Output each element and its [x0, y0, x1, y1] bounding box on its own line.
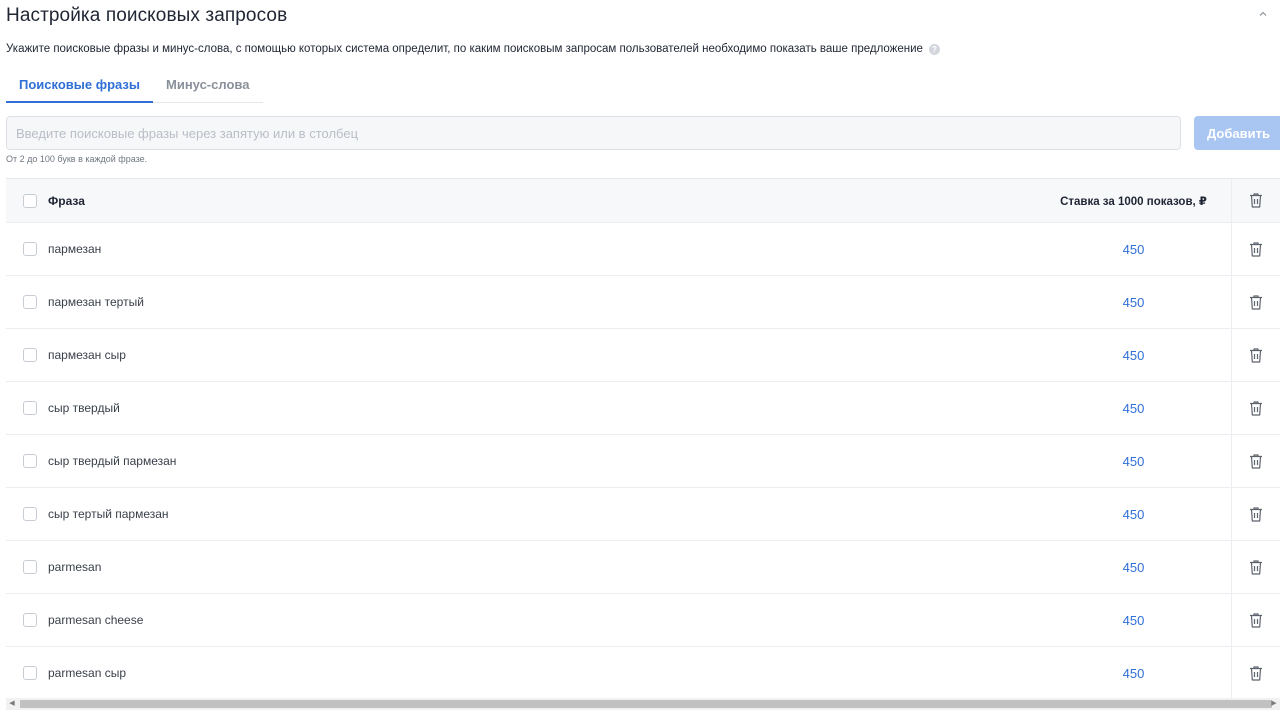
input-hint: От 2 до 100 букв в каждой фразе. — [6, 154, 148, 164]
bid-value[interactable]: 450 — [1036, 666, 1231, 681]
bid-value[interactable]: 450 — [1036, 348, 1231, 363]
table-row: сыр твердый пармезан 450 — [6, 435, 1280, 488]
row-checkbox[interactable] — [23, 507, 37, 521]
table-row: parmesan 450 — [6, 541, 1280, 594]
bid-value[interactable]: 450 — [1036, 401, 1231, 416]
table-row: сыр твердый 450 — [6, 382, 1280, 435]
bid-value[interactable]: 450 — [1036, 454, 1231, 469]
trash-icon[interactable] — [1248, 347, 1264, 364]
select-all-checkbox[interactable] — [23, 193, 37, 208]
table-row: пармезан сыр 450 — [6, 329, 1280, 382]
trash-icon[interactable] — [1248, 453, 1264, 470]
phrase-text: сыр твердый — [48, 401, 120, 415]
phrase-text: parmesan — [48, 560, 102, 574]
tab-minus-words[interactable]: Минус-слова — [153, 76, 262, 103]
description-text: Укажите поисковые фразы и минус-слова, с… — [6, 43, 923, 55]
bid-value[interactable]: 450 — [1036, 613, 1231, 628]
bid-value[interactable]: 450 — [1036, 295, 1231, 310]
phrase-text: parmesan сыр — [48, 666, 126, 680]
phrase-text: сыр тертый пармезан — [48, 507, 169, 521]
scrollbar-thumb[interactable] — [20, 700, 1272, 708]
column-header-phrase: Фраза — [48, 193, 85, 208]
phrase-text: parmesan cheese — [48, 613, 144, 627]
help-icon[interactable]: ? — [928, 43, 940, 55]
bid-value[interactable]: 450 — [1036, 507, 1231, 522]
phrases-table: Фраза Ставка за 1000 показов, ₽ пармезан… — [6, 178, 1280, 698]
row-checkbox[interactable] — [23, 613, 37, 627]
row-checkbox[interactable] — [23, 560, 37, 574]
tabs: Поисковые фразы Минус-слова — [6, 76, 263, 103]
phrase-text: пармезан — [48, 242, 102, 256]
section-description: Укажите поисковые фразы и минус-слова, с… — [6, 43, 940, 55]
trash-icon[interactable] — [1248, 506, 1264, 523]
add-button[interactable]: Добавить — [1194, 116, 1280, 150]
delete-all-icon[interactable] — [1248, 192, 1264, 209]
table-row: сыр тертый пармезан 450 — [6, 488, 1280, 541]
table-row: пармезан тертый 450 — [6, 276, 1280, 329]
table-row: пармезан 450 — [6, 223, 1280, 276]
phrase-text: пармезан сыр — [48, 348, 126, 362]
trash-icon[interactable] — [1248, 612, 1264, 629]
row-checkbox[interactable] — [23, 242, 37, 256]
trash-icon[interactable] — [1248, 665, 1264, 682]
scroll-right-arrow[interactable]: ▶ — [1268, 698, 1280, 710]
phrase-text: пармезан тертый — [48, 295, 144, 309]
bid-value[interactable]: 450 — [1036, 560, 1231, 575]
row-checkbox[interactable] — [23, 401, 37, 415]
section-title: Настройка поисковых запросов — [6, 5, 288, 26]
row-checkbox[interactable] — [23, 295, 37, 309]
trash-icon[interactable] — [1248, 559, 1264, 576]
row-checkbox[interactable] — [23, 454, 37, 468]
tab-search-phrases[interactable]: Поисковые фразы — [6, 76, 153, 103]
scroll-left-arrow[interactable]: ◀ — [6, 698, 18, 710]
phrases-input[interactable] — [6, 116, 1181, 150]
bid-value[interactable]: 450 — [1036, 242, 1231, 257]
table-row: parmesan cheese 450 — [6, 594, 1280, 647]
column-header-bid: Ставка за 1000 показов, ₽ — [1060, 195, 1207, 208]
table-header: Фраза Ставка за 1000 показов, ₽ — [6, 179, 1280, 223]
trash-icon[interactable] — [1248, 294, 1264, 311]
horizontal-scrollbar[interactable]: ◀ ▶ — [6, 698, 1280, 710]
row-checkbox[interactable] — [23, 348, 37, 362]
table-row: parmesan сыр 450 — [6, 647, 1280, 698]
phrase-text: сыр твердый пармезан — [48, 454, 177, 468]
row-checkbox[interactable] — [23, 666, 37, 680]
trash-icon[interactable] — [1248, 241, 1264, 258]
chevron-up-icon[interactable] — [1256, 8, 1270, 22]
trash-icon[interactable] — [1248, 400, 1264, 417]
